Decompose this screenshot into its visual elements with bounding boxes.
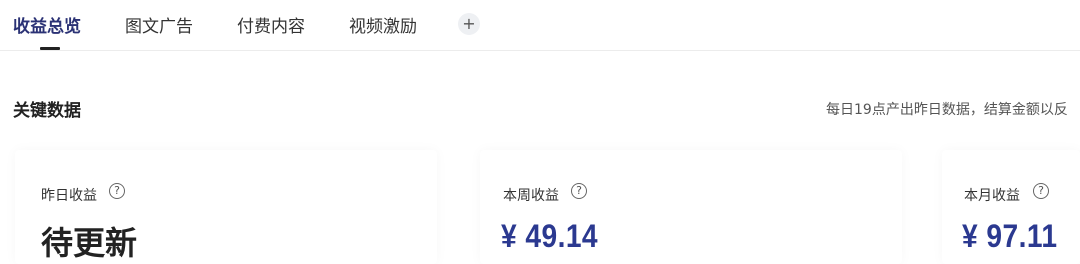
- tab-paid-content[interactable]: 付费内容: [237, 12, 305, 37]
- card-label: 昨日收益: [41, 188, 97, 204]
- card-value: 待更新: [41, 224, 138, 262]
- card-value: ¥ 97.11: [962, 218, 1058, 254]
- help-icon[interactable]: ?: [1033, 183, 1049, 199]
- section-note: 每日19点产出昨日数据，结算金额以反: [826, 102, 1068, 118]
- help-icon[interactable]: ?: [109, 183, 125, 199]
- tab-bar: 收益总览 图文广告 付费内容 视频激励 +: [0, 0, 1080, 51]
- card-label: 本周收益: [503, 188, 559, 204]
- active-tab-indicator: [40, 47, 60, 50]
- card-yesterday-earnings: 昨日收益 ? 待更新: [15, 150, 437, 264]
- section-title: 关键数据: [13, 101, 81, 121]
- add-tab-icon[interactable]: +: [458, 13, 480, 35]
- tab-earnings-overview[interactable]: 收益总览: [13, 12, 81, 37]
- tab-image-text-ads[interactable]: 图文广告: [125, 12, 193, 37]
- card-value: ¥ 49.14: [501, 218, 599, 254]
- card-label: 本月收益: [964, 188, 1020, 204]
- tab-video-incentive[interactable]: 视频激励: [349, 12, 417, 37]
- card-week-earnings: 本周收益 ? ¥ 49.14: [480, 150, 902, 264]
- card-month-earnings: 本月收益 ? ¥ 97.11: [942, 150, 1080, 264]
- help-icon[interactable]: ?: [571, 183, 587, 199]
